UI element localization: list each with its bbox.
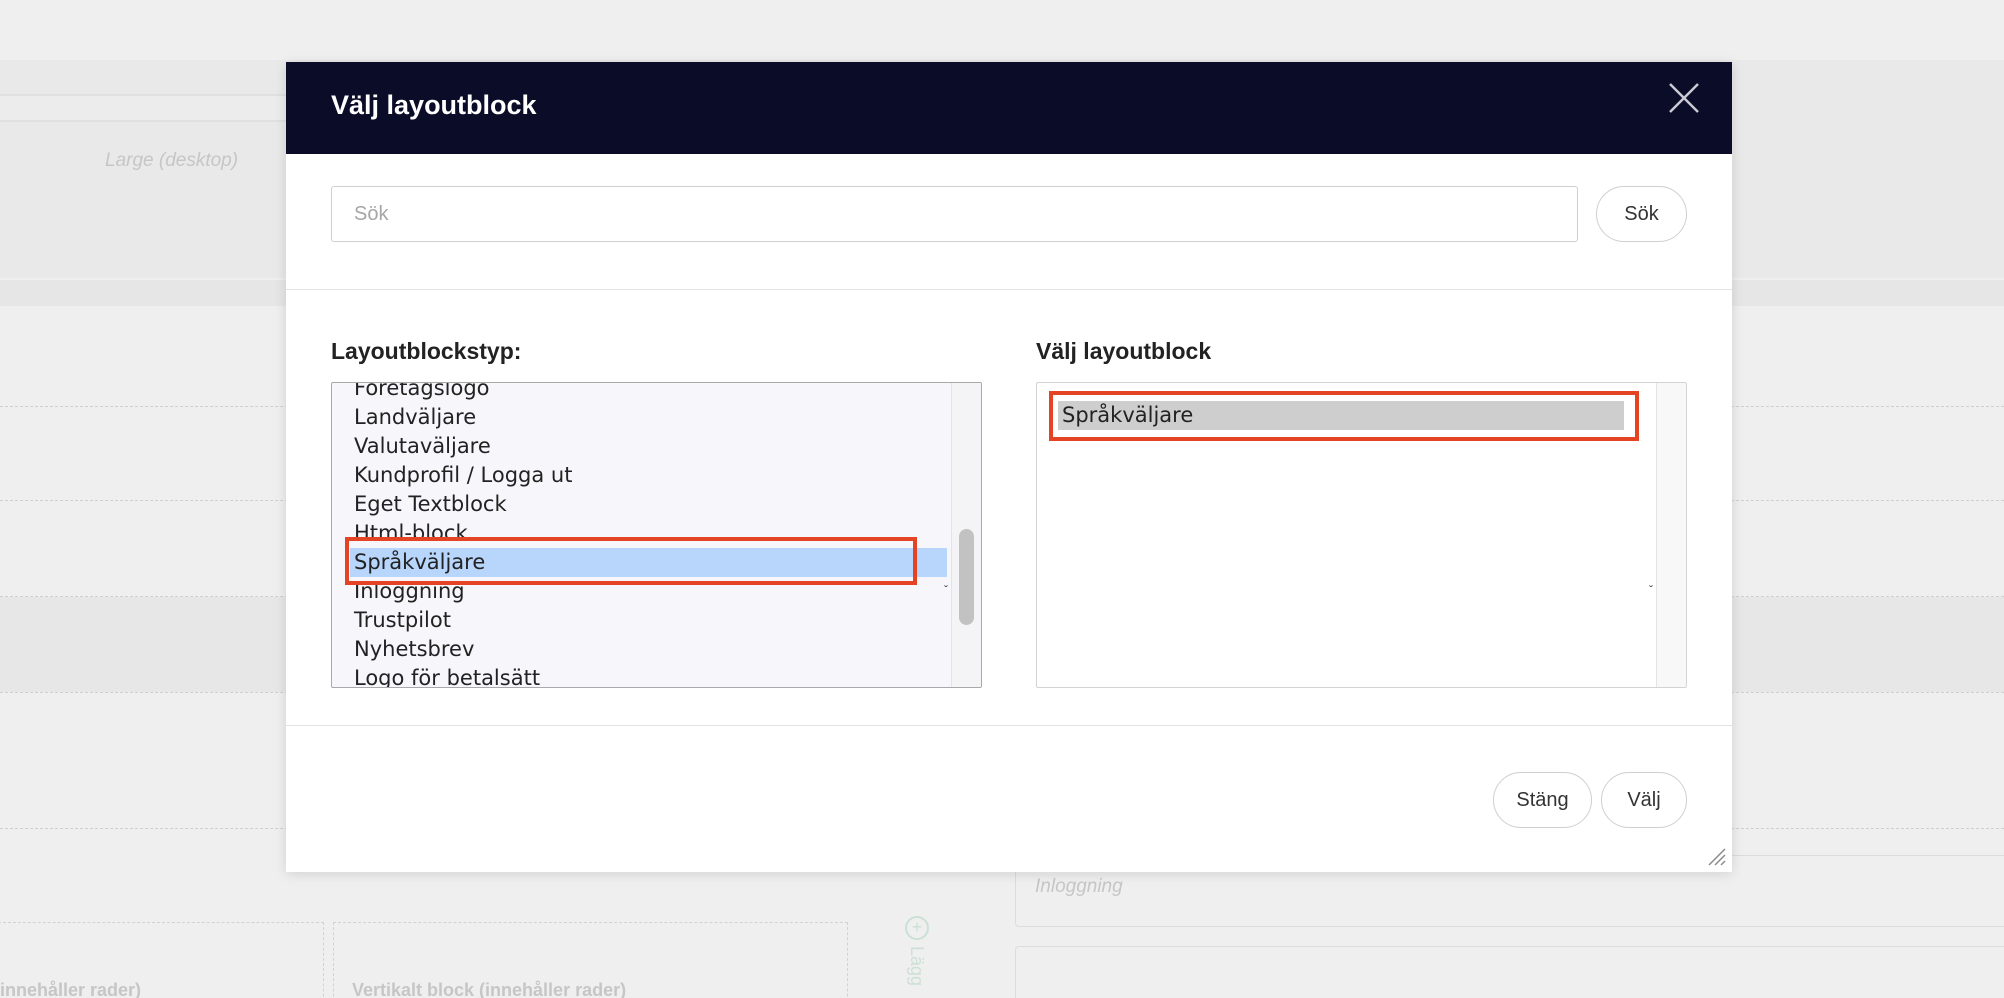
list-item[interactable]: Nyhetsbrev <box>332 635 951 664</box>
list-scrollbar[interactable]: ˇ <box>1649 383 1686 687</box>
list-scrollbar[interactable]: ˇ <box>944 383 981 687</box>
background-add-label: Lägg <box>907 946 927 987</box>
list-item[interactable]: Företagslogo <box>332 383 951 403</box>
layoutblock-list[interactable]: Språkväljare ˇ <box>1036 382 1687 688</box>
search-input[interactable] <box>331 186 1578 242</box>
resize-grip-icon[interactable] <box>1706 846 1726 866</box>
background-large-label: Large (desktop) <box>105 150 239 171</box>
choose-button[interactable]: Välj <box>1601 772 1687 828</box>
close-button[interactable]: Stäng <box>1493 772 1592 828</box>
list-item[interactable]: Kundprofil / Logga ut <box>332 461 951 490</box>
list-item[interactable]: Eget Textblock <box>332 490 951 519</box>
layoutblock-type-label: Layoutblockstyp: <box>331 338 522 364</box>
choose-layoutblock-dialog: Välj layoutblock Sök Layoutblockstyp: Vä… <box>286 62 1732 872</box>
background-block-text: innehåller rader) <box>0 980 142 998</box>
list-item[interactable]: Valutaväljare <box>332 432 951 461</box>
layoutblock-type-list[interactable]: Företagslogo Landväljare Valutaväljare K… <box>331 382 982 688</box>
caret-icon: ˇ <box>944 583 948 597</box>
choose-layoutblock-label: Välj layoutblock <box>1036 338 1212 364</box>
background-field-block <box>1015 946 2004 998</box>
search-button[interactable]: Sök <box>1596 186 1687 242</box>
caret-icon: ˇ <box>1649 583 1653 597</box>
list-item-selected[interactable]: Språkväljare <box>1058 401 1624 430</box>
background-block-text: Vertikalt block (innehåller rader) <box>352 980 627 998</box>
dialog-divider <box>286 289 1732 290</box>
list-item[interactable]: Html-block <box>332 519 951 548</box>
plus-circle-icon: + <box>905 916 929 940</box>
list-item[interactable]: Trustpilot <box>332 606 951 635</box>
dialog-title: Välj layoutblock <box>331 90 537 120</box>
background-strip <box>0 94 300 122</box>
list-item[interactable]: Inloggning <box>332 577 951 606</box>
close-x-icon[interactable] <box>1666 80 1702 116</box>
dialog-header: Välj layoutblock <box>286 62 1732 154</box>
background-login-label: Inloggning <box>1035 876 1123 897</box>
list-item[interactable]: Landväljare <box>332 403 951 432</box>
list-item[interactable]: Logo för betalsätt <box>332 664 951 687</box>
dialog-divider <box>286 725 1732 726</box>
scrollbar-thumb[interactable] <box>959 529 974 625</box>
list-item-selected[interactable]: Språkväljare <box>350 548 947 577</box>
